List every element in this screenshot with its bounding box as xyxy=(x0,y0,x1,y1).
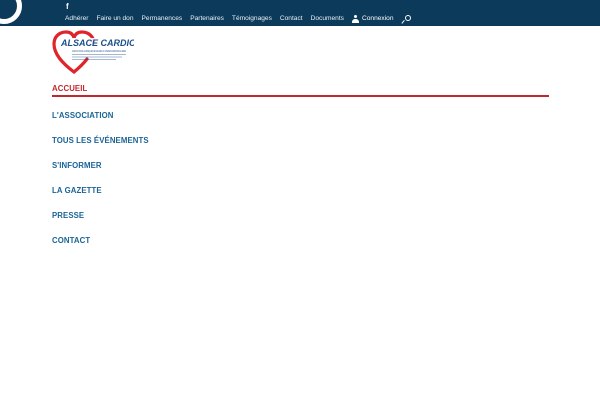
top-nav-adherer[interactable]: Adhérer xyxy=(65,14,88,24)
user-icon xyxy=(351,15,359,23)
logo-heart-icon: ALSACE CARDIO ASSOCIATION DE CARDIAQUES … xyxy=(52,30,136,74)
top-bar: f Adhérer Faire un don Permanences Parte… xyxy=(0,0,600,26)
logo-wordmark: ALSACE CARDIO xyxy=(60,38,134,48)
menu-item-sinformer[interactable]: S'INFORMER xyxy=(52,161,102,170)
menu-item-contact[interactable]: CONTACT xyxy=(52,236,90,245)
top-nav-contact[interactable]: Contact xyxy=(280,14,303,24)
facebook-icon[interactable]: f xyxy=(66,3,69,11)
search-icon[interactable] xyxy=(403,15,411,23)
menu-item-association[interactable]: L'ASSOCIATION xyxy=(52,111,114,120)
top-nav-faire-un-don[interactable]: Faire un don xyxy=(96,14,133,24)
logo-subtext: ASSOCIATION DE CARDIAQUES DE MALADES OU … xyxy=(72,49,126,53)
login-label: Connexion xyxy=(361,15,394,22)
menu-item-evenements[interactable]: TOUS LES ÉVÉNEMENTS xyxy=(52,136,149,145)
menu-ring-icon[interactable] xyxy=(0,0,22,24)
menu-item-accueil[interactable]: ACCUEIL xyxy=(52,84,87,93)
top-nav-documents[interactable]: Documents xyxy=(311,14,344,24)
top-nav-partenaires[interactable]: Partenaires xyxy=(190,14,224,24)
top-navigation: Adhérer Faire un don Permanences Partena… xyxy=(65,14,411,24)
menu-item-presse[interactable]: PRESSE xyxy=(52,211,84,220)
menu-item-gazette[interactable]: LA GAZETTE xyxy=(52,186,102,195)
top-nav-permanences[interactable]: Permanences xyxy=(142,14,183,24)
login-link[interactable]: Connexion xyxy=(351,14,394,24)
active-underline xyxy=(52,95,549,97)
top-nav-temoignages[interactable]: Témoignages xyxy=(232,14,272,24)
site-logo[interactable]: ALSACE CARDIO ASSOCIATION DE CARDIAQUES … xyxy=(52,30,136,74)
